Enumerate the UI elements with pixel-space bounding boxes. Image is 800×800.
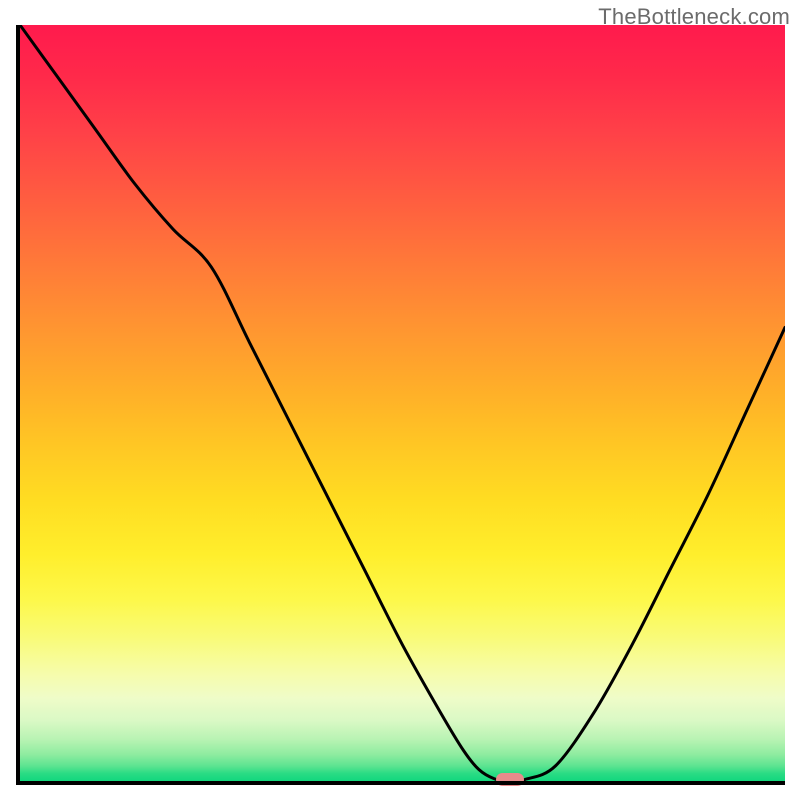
axes-frame [16, 25, 785, 785]
bottleneck-chart: TheBottleneck.com [0, 0, 800, 800]
